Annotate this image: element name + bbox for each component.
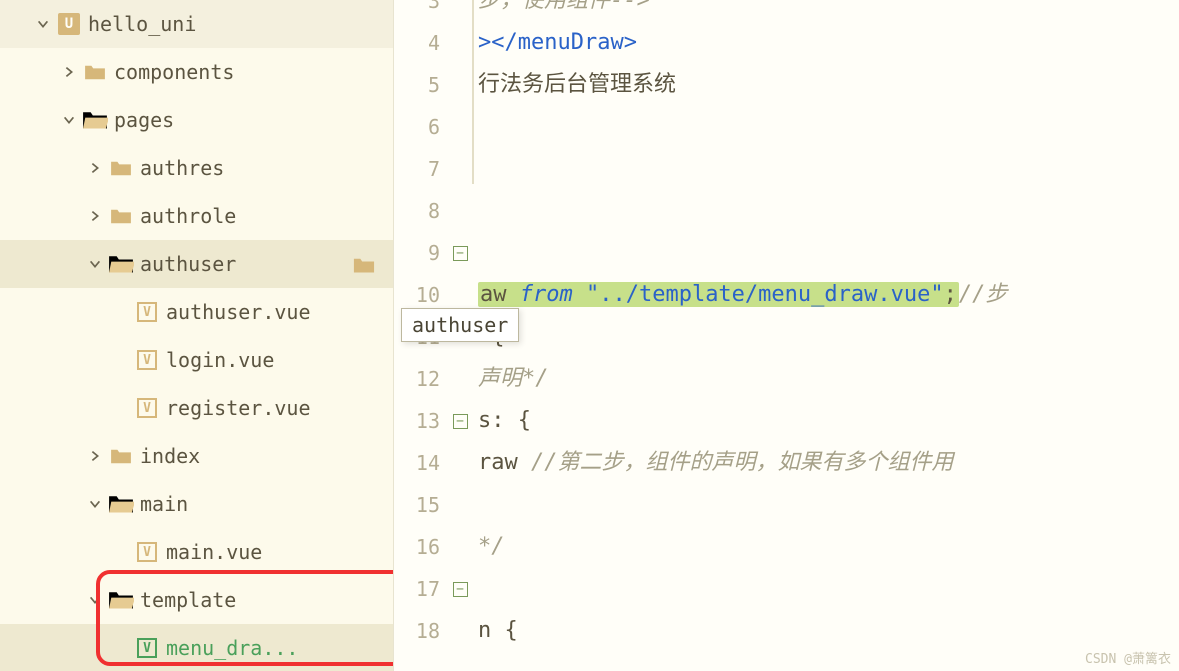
tree-row-main[interactable]: main <box>0 480 393 528</box>
tree-label: authuser.vue <box>160 300 311 324</box>
line-number: 15 <box>394 484 450 526</box>
code-line[interactable]: 17 − <box>394 568 1179 610</box>
tree-label: pages <box>108 108 174 132</box>
code-line[interactable]: 6 <box>394 106 1179 148</box>
tree-label: main <box>134 492 188 516</box>
tree-row-main-vue[interactable]: V main.vue <box>0 528 393 576</box>
fold-guide <box>472 0 474 184</box>
tree-row-components[interactable]: components <box>0 48 393 96</box>
tree-row-register-vue[interactable]: V register.vue <box>0 384 393 432</box>
line-number: 12 <box>394 358 450 400</box>
tree-label: login.vue <box>160 348 274 372</box>
folder-icon <box>82 63 108 81</box>
tree-row-login-vue[interactable]: V login.vue <box>0 336 393 384</box>
folder-open-icon <box>108 493 134 515</box>
code-line[interactable]: 3 步，使用组件--> <box>394 0 1179 22</box>
tree-label: authrole <box>134 204 236 228</box>
tree-row-index[interactable]: index <box>0 432 393 480</box>
chevron-right-icon[interactable] <box>82 209 108 223</box>
tree-row-authuser-vue[interactable]: V authuser.vue <box>0 288 393 336</box>
code-line[interactable]: 14 raw //第二步，组件的声明，如果有多个组件用 <box>394 442 1179 484</box>
fold-toggle[interactable]: − <box>450 582 470 597</box>
line-number: 3 <box>394 0 450 22</box>
code-line[interactable]: 5 行法务后台管理系统 <box>394 64 1179 106</box>
tree-label: components <box>108 60 234 84</box>
chevron-right-icon[interactable] <box>82 449 108 463</box>
tree-row-authres[interactable]: authres <box>0 144 393 192</box>
tree-row-pages[interactable]: pages <box>0 96 393 144</box>
chevron-right-icon[interactable] <box>82 161 108 175</box>
vue-file-icon: V <box>134 542 160 562</box>
line-number: 14 <box>394 442 450 484</box>
folder-open-icon <box>82 109 108 131</box>
tree-label: template <box>134 588 236 612</box>
line-number: 9 <box>394 232 450 274</box>
tree-label: hello_uni <box>82 12 196 36</box>
line-number: 6 <box>394 106 450 148</box>
line-number: 16 <box>394 526 450 568</box>
chevron-down-icon[interactable] <box>56 113 82 127</box>
folder-icon <box>108 159 134 177</box>
chevron-down-icon[interactable] <box>30 17 56 31</box>
tree-label: index <box>134 444 200 468</box>
code-line[interactable]: 15 <box>394 484 1179 526</box>
folder-badge-icon <box>353 255 375 273</box>
tree-row-project[interactable]: U hello_uni <box>0 0 393 48</box>
chevron-right-icon[interactable] <box>56 65 82 79</box>
code-line[interactable]: 7 <box>394 148 1179 190</box>
line-number: 8 <box>394 190 450 232</box>
code-line[interactable]: 16 */ <box>394 526 1179 568</box>
code-line[interactable]: 13 − s: { <box>394 400 1179 442</box>
tree-label: authuser <box>134 252 236 276</box>
line-number: 4 <box>394 22 450 64</box>
tree-label: menu_dra... <box>160 636 298 660</box>
watermark: CSDN @萧篱衣 <box>1085 648 1171 667</box>
chevron-down-icon[interactable] <box>82 593 108 607</box>
tree-row-authrole[interactable]: authrole <box>0 192 393 240</box>
line-number: 17 <box>394 568 450 610</box>
folder-icon <box>108 207 134 225</box>
vue-file-icon: V <box>134 398 160 418</box>
line-number: 7 <box>394 148 450 190</box>
folder-open-icon <box>108 253 134 275</box>
vue-file-icon: V <box>134 302 160 322</box>
tree-row-authuser[interactable]: authuser <box>0 240 393 288</box>
folder-open-icon <box>108 589 134 611</box>
tree-row-menu-draw[interactable]: V menu_dra... <box>0 624 393 671</box>
code-line[interactable]: 8 <box>394 190 1179 232</box>
chevron-down-icon[interactable] <box>82 497 108 511</box>
code-line[interactable]: 4 ></menuDraw> <box>394 22 1179 64</box>
folder-icon <box>108 447 134 465</box>
chevron-down-icon[interactable] <box>82 257 108 271</box>
code-line[interactable]: 9 − <box>394 232 1179 274</box>
tree-label: register.vue <box>160 396 311 420</box>
line-number: 18 <box>394 610 450 652</box>
vue-file-icon: V <box>134 638 160 658</box>
tree-row-template[interactable]: template <box>0 576 393 624</box>
code-line[interactable]: 12 声明*/ <box>394 358 1179 400</box>
line-number: 5 <box>394 64 450 106</box>
file-explorer: U hello_uni components pages authres aut… <box>0 0 394 671</box>
tree-label: main.vue <box>160 540 262 564</box>
line-number: 13 <box>394 400 450 442</box>
hover-tooltip: authuser <box>401 308 519 342</box>
fold-toggle[interactable]: − <box>450 246 470 261</box>
fold-toggle[interactable]: − <box>450 414 470 429</box>
code-line[interactable]: 18 n { <box>394 610 1179 652</box>
uniapp-icon: U <box>56 13 82 35</box>
vue-file-icon: V <box>134 350 160 370</box>
tree-label: authres <box>134 156 224 180</box>
